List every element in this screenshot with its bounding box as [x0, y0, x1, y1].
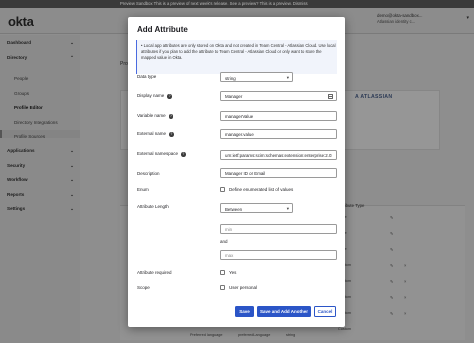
sidebar-item-label: Directory	[7, 55, 28, 60]
enum-checkbox[interactable]	[220, 187, 225, 192]
attribute-length-label: Attribute Length	[137, 204, 169, 209]
label-text: Display name	[137, 93, 165, 98]
atlassian-logo: A ATLASSIAN	[355, 94, 393, 100]
data-type-label: Data type	[137, 74, 157, 79]
chevron-down-icon: ▾	[286, 206, 289, 212]
description-input[interactable]	[220, 168, 337, 178]
table-cell: string	[286, 333, 296, 337]
variable-name-input[interactable]	[220, 111, 337, 121]
sidebar-item-label: Security	[7, 163, 26, 168]
edit-icon[interactable]: ✎	[390, 247, 394, 252]
sidebar-item-security[interactable]: Security ⌄	[7, 163, 77, 168]
external-namespace-input[interactable]	[220, 150, 337, 160]
user-menu[interactable]: demo@okta-sandbox... Atlassian identity …	[377, 13, 469, 24]
max-length-input[interactable]	[220, 250, 337, 260]
label-text: External name	[137, 131, 167, 136]
data-type-select[interactable]: string ▾	[220, 72, 293, 82]
external-namespace-label: External namespace?	[137, 151, 186, 157]
sidebar-item-profile-editor[interactable]: Profile Editor	[14, 105, 84, 110]
sidebar-item-people[interactable]: People	[14, 76, 84, 81]
edit-icon[interactable]: ✎	[390, 311, 394, 316]
chevron-down-icon: ⌄	[70, 148, 74, 153]
user-email: demo@okta-sandbox...	[377, 13, 423, 18]
chevron-up-icon: ⌃	[70, 55, 74, 60]
scope-checkbox-label: User personal	[229, 285, 258, 290]
okta-logo: okta	[8, 14, 34, 29]
chevron-down-icon: ⌄	[70, 192, 74, 197]
sidebar-item-label: Workflow	[7, 177, 28, 182]
calendar-icon	[328, 93, 333, 99]
info-callout: • Local app attributes are only stored o…	[136, 40, 337, 74]
data-type-value: string	[225, 75, 236, 81]
sidebar-item-label: Applications	[7, 148, 35, 153]
table-cell: Custom	[338, 327, 352, 331]
enum-label: Enum	[137, 187, 149, 192]
chevron-down-icon: ▾	[286, 75, 289, 81]
sidebar-item-workflow[interactable]: Workflow ⌄	[7, 177, 77, 182]
add-attribute-dialog: Add Attribute • Local app attributes are…	[128, 17, 345, 327]
edit-icon[interactable]: ✎	[390, 279, 394, 284]
info-text: • Local app attributes are only stored o…	[141, 43, 336, 61]
sidebar-item-profile-sources[interactable]: Profile Sources	[14, 134, 84, 139]
label-text: Variable name	[137, 113, 166, 118]
external-name-input[interactable]	[220, 129, 337, 139]
scope-label: Scope	[137, 285, 150, 290]
display-name-label: Display name?	[137, 93, 172, 99]
description-label: Description	[137, 171, 160, 176]
chevron-down-icon: ▾	[466, 15, 469, 21]
sidebar-item-directory[interactable]: Directory ⌃	[7, 55, 77, 60]
user-org: Atlassian identity c...	[377, 19, 416, 24]
help-icon[interactable]: ?	[168, 114, 174, 119]
enum-checkbox-label: Define enumerated list of values	[229, 187, 294, 192]
and-label: and	[220, 239, 228, 244]
chevron-down-icon: ⌄	[70, 177, 74, 182]
sidebar-item-reports[interactable]: Reports ⌄	[7, 192, 77, 197]
min-length-input[interactable]	[220, 224, 337, 234]
table-cell: preferredLanguage	[238, 333, 271, 337]
sidebar-item-applications[interactable]: Applications ⌄	[7, 148, 77, 153]
cancel-button[interactable]: Cancel	[314, 306, 336, 317]
sidebar-item-label: Settings	[7, 206, 26, 211]
delete-icon[interactable]: ×	[404, 295, 406, 300]
chevron-down-icon: ⌄	[70, 163, 74, 168]
display-name-input[interactable]	[220, 91, 337, 101]
sidebar-item-directory-integrations[interactable]: Directory Integrations	[14, 120, 84, 125]
chevron-down-icon: ⌄	[70, 206, 74, 211]
help-icon[interactable]: ?	[181, 152, 186, 157]
delete-icon[interactable]: ×	[404, 279, 406, 284]
delete-icon[interactable]: ×	[404, 311, 406, 316]
delete-icon[interactable]: ×	[404, 263, 406, 268]
save-and-add-another-button[interactable]: Save and Add Another	[257, 306, 311, 317]
sidebar-item-groups[interactable]: Groups	[14, 91, 84, 96]
edit-icon[interactable]: ✎	[390, 295, 394, 300]
edit-icon[interactable]: ✎	[390, 263, 394, 268]
edit-icon[interactable]: ✎	[390, 215, 394, 220]
variable-name-label: Variable name?	[137, 113, 174, 119]
preview-notice: Preview Sandbox This is a preview of nex…	[120, 1, 308, 6]
external-name-label: External name?	[137, 131, 174, 137]
sidebar-item-settings[interactable]: Settings ⌄	[7, 206, 77, 211]
save-button[interactable]: Save	[235, 306, 254, 317]
chevron-down-icon: ⌄	[70, 40, 74, 45]
scope-checkbox[interactable]	[220, 285, 225, 290]
attribute-required-checkbox[interactable]	[220, 270, 225, 275]
attribute-required-label: Attribute required	[137, 270, 172, 275]
help-icon[interactable]: ?	[167, 94, 172, 99]
sidebar-item-label: Reports	[7, 192, 25, 197]
attribute-length-select[interactable]: Between ▾	[220, 203, 293, 213]
sidebar-item-label: Dashboard	[7, 40, 31, 45]
sidebar: Dashboard ⌄ Directory ⌃ People Groups Prof…	[0, 35, 80, 343]
browser-notice-bar: Preview Sandbox This is a preview of nex…	[0, 0, 474, 8]
dialog-title: Add Attribute	[137, 25, 188, 34]
attribute-required-checkbox-label: Yes	[229, 270, 237, 275]
label-text: External namespace	[137, 151, 179, 156]
info-message: Local app attributes are only stored on …	[141, 43, 336, 61]
help-icon[interactable]: ?	[169, 132, 174, 137]
edit-icon[interactable]: ✎	[390, 231, 394, 236]
table-cell: Preferred language	[190, 333, 223, 337]
attribute-length-value: Between	[225, 206, 243, 212]
sidebar-item-dashboard[interactable]: Dashboard ⌄	[7, 40, 77, 45]
